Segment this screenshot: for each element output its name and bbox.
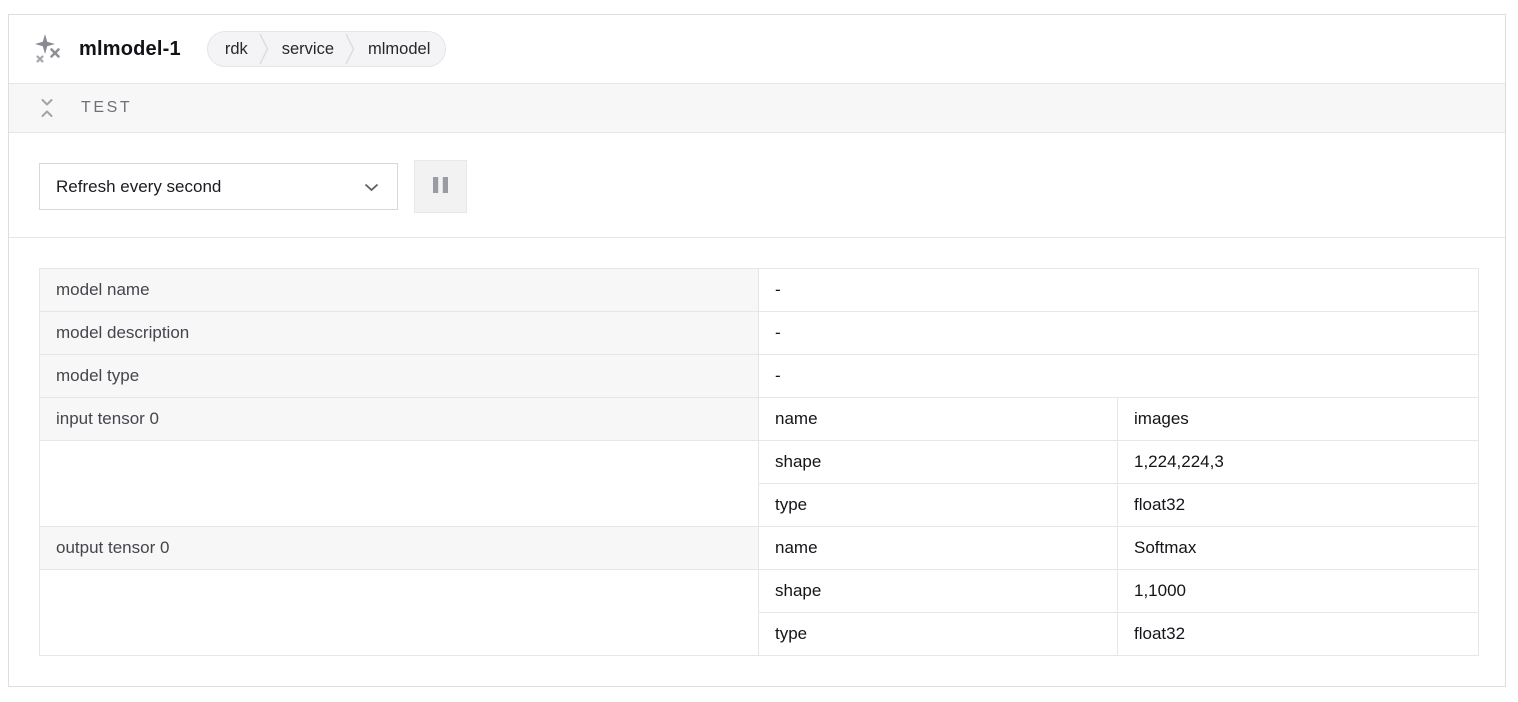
test-panel-body: model name - model description - model t…: [9, 238, 1505, 656]
tensor-field-key: name: [759, 527, 1118, 570]
row-value: -: [759, 269, 1479, 312]
collapse-vertical-icon[interactable]: [39, 96, 55, 120]
refresh-rate-value: Refresh every second: [56, 177, 221, 197]
pause-refresh-button[interactable]: [414, 160, 467, 213]
tensor-field-value: float32: [1118, 484, 1479, 527]
tensor-field-key: type: [759, 613, 1118, 656]
tensor-field-key: shape: [759, 570, 1118, 613]
tensor-field-key: shape: [759, 441, 1118, 484]
breadcrumb: rdk service mlmodel: [207, 31, 447, 67]
tensor-field-value: float32: [1118, 613, 1479, 656]
ml-model-sparkles-icon: [31, 32, 65, 66]
tensor-field-value: Softmax: [1118, 527, 1479, 570]
breadcrumb-item-mlmodel: mlmodel: [351, 32, 445, 66]
tensor-field-value: 1,1000: [1118, 570, 1479, 613]
test-section-header[interactable]: TEST: [9, 83, 1505, 133]
row-label-spacer: [40, 570, 759, 656]
row-label: model description: [40, 312, 759, 355]
table-row: shape 1,224,224,3: [40, 441, 1479, 484]
table-row: model description -: [40, 312, 1479, 355]
tensor-field-key: type: [759, 484, 1118, 527]
breadcrumb-item-service: service: [265, 32, 349, 66]
resource-title: mlmodel-1: [79, 38, 181, 61]
test-section-label: TEST: [81, 99, 132, 117]
tensor-field-value: images: [1118, 398, 1479, 441]
mlmodel-resource-card: mlmodel-1 rdk service mlmodel TEST Refre…: [8, 14, 1506, 687]
breadcrumb-item-rdk: rdk: [208, 32, 263, 66]
table-row: shape 1,1000: [40, 570, 1479, 613]
tensor-field-value: 1,224,224,3: [1118, 441, 1479, 484]
table-row: output tensor 0 name Softmax: [40, 527, 1479, 570]
row-value: -: [759, 355, 1479, 398]
row-label: model type: [40, 355, 759, 398]
refresh-toolbar: Refresh every second: [9, 133, 1505, 238]
row-label: model name: [40, 269, 759, 312]
pause-icon: [432, 176, 449, 197]
table-row: model name -: [40, 269, 1479, 312]
resource-card-header: mlmodel-1 rdk service mlmodel: [9, 15, 1505, 83]
model-info-table: model name - model description - model t…: [39, 268, 1479, 656]
tensor-field-key: name: [759, 398, 1118, 441]
refresh-rate-select[interactable]: Refresh every second: [39, 163, 398, 210]
chevron-down-icon: [364, 177, 379, 197]
row-value: -: [759, 312, 1479, 355]
table-row: model type -: [40, 355, 1479, 398]
row-label: input tensor 0: [40, 398, 759, 441]
row-label-spacer: [40, 441, 759, 527]
table-row: input tensor 0 name images: [40, 398, 1479, 441]
row-label: output tensor 0: [40, 527, 759, 570]
